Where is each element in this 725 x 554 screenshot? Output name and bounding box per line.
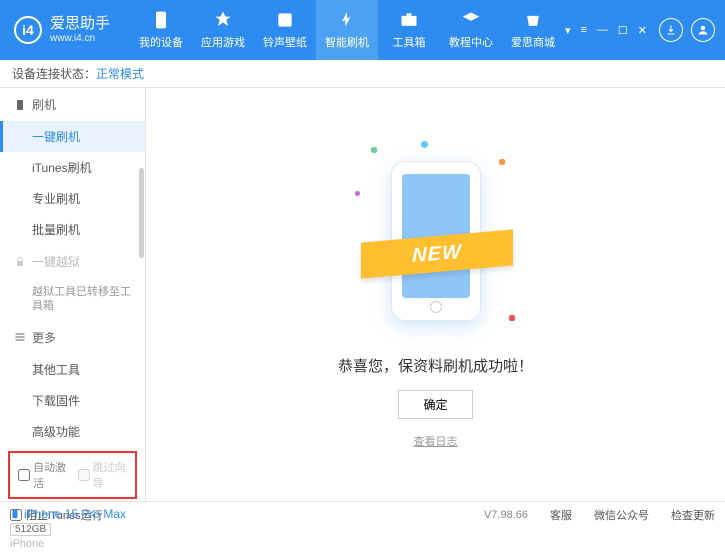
device-storage: 512GB xyxy=(10,523,51,536)
nav-store[interactable]: 爱思商城 xyxy=(502,0,564,60)
logo: i4 爱思助手 www.i4.cn xyxy=(0,16,124,44)
sidebar-section-jailbreak: 一键越狱 xyxy=(0,245,145,278)
view-log-link[interactable]: 查看日志 xyxy=(414,433,458,449)
phone-icon xyxy=(10,507,20,521)
success-illustration: NEW xyxy=(361,141,511,341)
sidebar-item-batch-flash[interactable]: 批量刷机 xyxy=(0,214,145,245)
version-label: V7.98.66 xyxy=(484,509,528,521)
success-message: 恭喜您，保资料刷机成功啦！ xyxy=(338,355,533,376)
sidebar-scrollbar[interactable] xyxy=(138,88,144,501)
nav-ringtones[interactable]: 铃声壁纸 xyxy=(254,0,316,60)
device-name[interactable]: iPhone 15 Pro Max xyxy=(10,507,135,521)
lock-icon xyxy=(14,256,26,268)
device-info: iPhone 15 Pro Max 512GB iPhone xyxy=(0,503,145,554)
app-title: 爱思助手 xyxy=(50,16,110,33)
checkbox-skip-guide[interactable]: 跳过向导 xyxy=(78,459,128,491)
sidebar-jailbreak-note: 越狱工具已转移至工具箱 xyxy=(0,278,145,321)
sidebar: 刷机 一键刷机 iTunes刷机 专业刷机 批量刷机 一键越狱 越狱工具已转移至… xyxy=(0,88,146,501)
sidebar-section-flash[interactable]: 刷机 xyxy=(0,88,145,121)
user-button[interactable] xyxy=(691,18,715,42)
device-type: iPhone xyxy=(10,538,135,550)
ok-button[interactable]: 确定 xyxy=(398,390,472,419)
sidebar-item-itunes-flash[interactable]: iTunes刷机 xyxy=(0,152,145,183)
minimize-icon[interactable]: — xyxy=(597,24,608,37)
footer-check-update[interactable]: 检查更新 xyxy=(671,507,715,523)
sidebar-section-more[interactable]: 更多 xyxy=(0,321,145,354)
checkbox-auto-activate[interactable]: 自动激活 xyxy=(18,459,68,491)
close-icon[interactable]: ✕ xyxy=(638,24,647,37)
options-box: 自动激活 跳过向导 xyxy=(8,451,137,499)
nav-tutorials[interactable]: 教程中心 xyxy=(440,0,502,60)
download-button[interactable] xyxy=(659,18,683,42)
status-prefix: 设备连接状态： xyxy=(12,65,96,82)
list-icon xyxy=(14,331,26,343)
menu-icon[interactable]: ≡ xyxy=(580,24,586,37)
window-controls: ▾ ≡ — ☐ ✕ xyxy=(565,24,651,37)
sidebar-item-pro-flash[interactable]: 专业刷机 xyxy=(0,183,145,214)
new-ribbon: NEW xyxy=(361,229,513,278)
footer-support[interactable]: 客服 xyxy=(550,507,572,523)
top-nav: 我的设备 应用游戏 铃声壁纸 智能刷机 工具箱 教程中心 爱思商城 xyxy=(130,0,564,60)
main-content: NEW 恭喜您，保资料刷机成功啦！ 确定 查看日志 xyxy=(146,88,725,501)
logo-icon: i4 xyxy=(14,16,42,44)
footer-wechat[interactable]: 微信公众号 xyxy=(594,507,649,523)
nav-my-device[interactable]: 我的设备 xyxy=(130,0,192,60)
sidebar-item-oneclick-flash[interactable]: 一键刷机 xyxy=(0,121,145,152)
app-url: www.i4.cn xyxy=(50,33,110,44)
maximize-icon[interactable]: ☐ xyxy=(618,24,628,37)
nav-smart-flash[interactable]: 智能刷机 xyxy=(316,0,378,60)
sidebar-item-advanced[interactable]: 高级功能 xyxy=(0,416,145,447)
nav-apps-games[interactable]: 应用游戏 xyxy=(192,0,254,60)
nav-toolbox[interactable]: 工具箱 xyxy=(378,0,440,60)
status-mode: 正常模式 xyxy=(96,65,144,82)
status-bar: 设备连接状态： 正常模式 xyxy=(0,60,725,88)
sidebar-item-other-tools[interactable]: 其他工具 xyxy=(0,354,145,385)
app-header: i4 爱思助手 www.i4.cn 我的设备 应用游戏 铃声壁纸 智能刷机 工具… xyxy=(0,0,725,60)
theme-icon[interactable]: ▾ xyxy=(565,24,571,37)
sidebar-item-download-fw[interactable]: 下载固件 xyxy=(0,385,145,416)
